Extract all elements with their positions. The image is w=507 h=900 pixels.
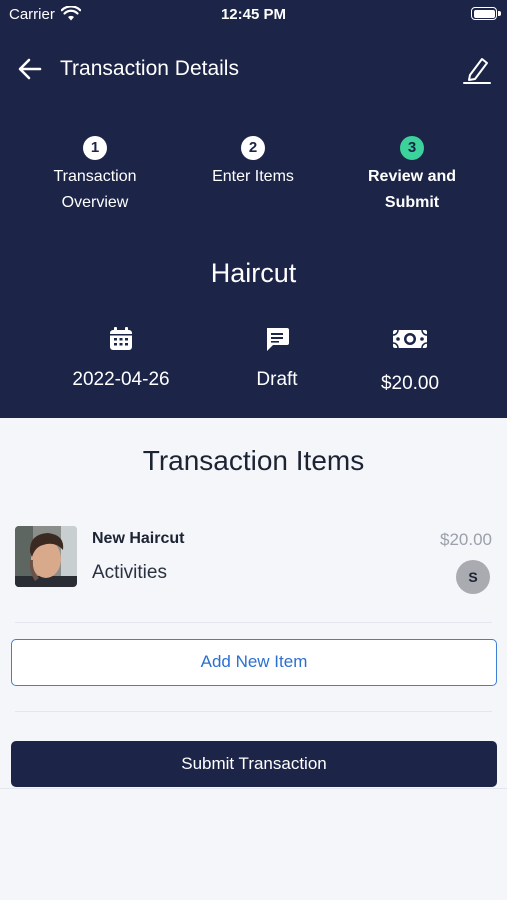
battery-nub: [498, 11, 501, 16]
calendar-icon: [110, 327, 132, 350]
step-label: Overview: [61, 194, 129, 211]
step-number: 3: [400, 136, 424, 160]
haircut-thumbnail: [15, 526, 77, 587]
step-label: Enter Items: [212, 168, 294, 185]
step-review-and-submit[interactable]: 3 Review and Submit: [337, 135, 487, 216]
step-number: 1: [83, 136, 107, 160]
chat-bubble-icon: [267, 328, 289, 351]
step-label: Submit: [384, 194, 440, 211]
clock: 12:45 PM: [220, 6, 287, 23]
add-new-item-button[interactable]: Add New Item: [11, 639, 497, 686]
service-title: Haircut: [210, 258, 297, 288]
step-label: Review and: [367, 168, 457, 185]
header-panel: Carrier 12:45 PM Transaction Details 1 T…: [0, 0, 507, 418]
step-enter-items[interactable]: 2 Enter Items: [178, 135, 328, 190]
divider: [15, 711, 492, 712]
item-price: $20.00: [440, 530, 492, 549]
section-title: Transaction Items: [142, 445, 365, 476]
transaction-date: 2022-04-26: [72, 369, 170, 390]
battery-icon: [471, 7, 497, 20]
step-number: 2: [241, 136, 265, 160]
pencil-icon[interactable]: [462, 53, 492, 85]
date-info: 2022-04-26: [41, 325, 201, 391]
cash-icon: [392, 329, 428, 349]
submit-transaction-button[interactable]: Submit Transaction: [11, 741, 497, 787]
status-bar: Carrier 12:45 PM: [0, 0, 507, 30]
item-category: Activities: [92, 562, 167, 583]
item-name: New Haircut: [92, 530, 185, 547]
page-title: Transaction Details: [60, 57, 239, 80]
divider: [15, 622, 492, 623]
step-transaction-overview[interactable]: 1 Transaction Overview: [20, 135, 170, 216]
divider: [0, 788, 507, 789]
total-info: $20.00: [330, 325, 490, 395]
avatar: S: [456, 560, 490, 594]
transaction-total: $20.00: [380, 373, 440, 394]
step-label: Transaction: [53, 168, 137, 185]
arrow-left-icon[interactable]: [16, 55, 44, 83]
